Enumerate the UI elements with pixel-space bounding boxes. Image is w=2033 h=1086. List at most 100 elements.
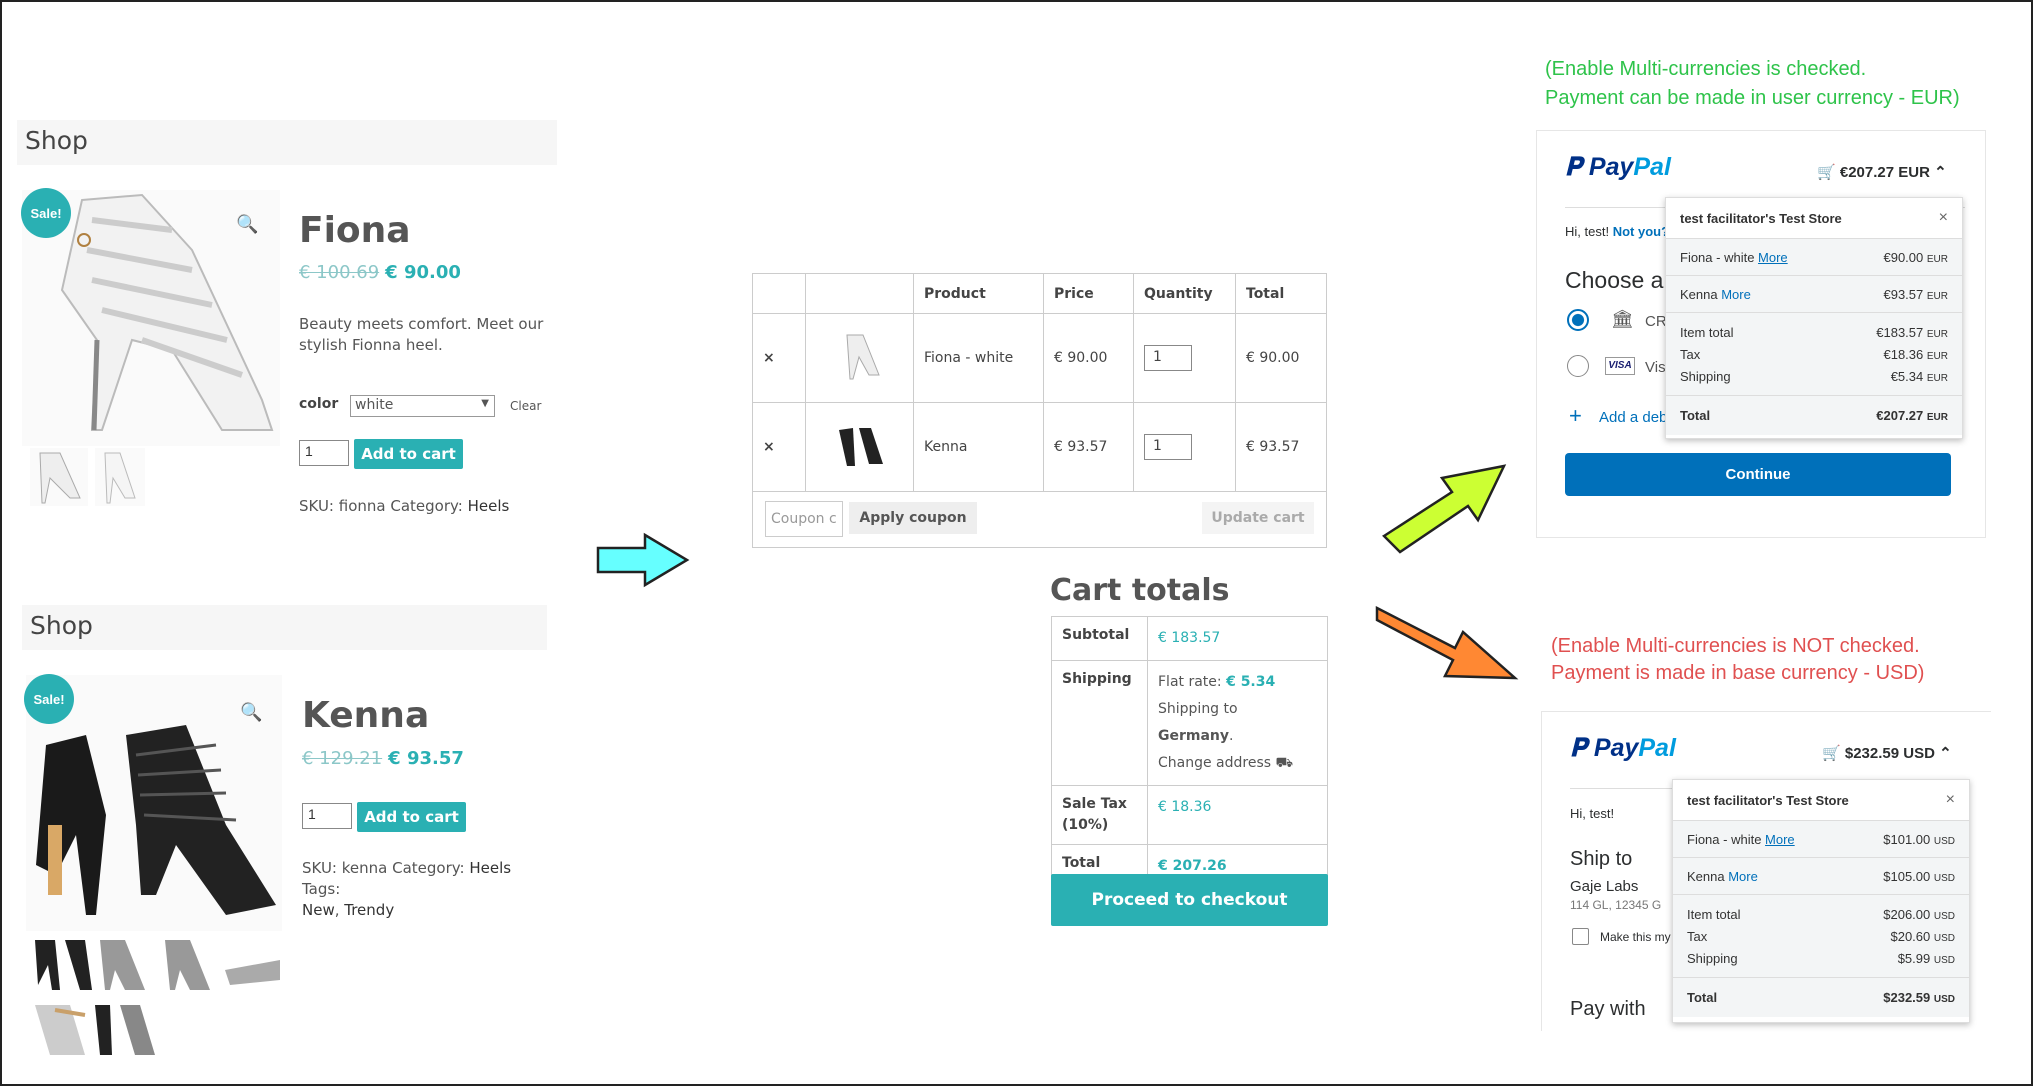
paypal-logo: 𝐏 PayPal — [1565, 153, 1671, 181]
flat-rate-label: Flat rate: — [1158, 674, 1227, 690]
more-link[interactable]: More — [1728, 869, 1758, 884]
payment-radio[interactable] — [1567, 355, 1589, 377]
summary-tax: Tax $20.60 USD — [1687, 929, 1955, 944]
zoom-icon[interactable]: 🔍 — [236, 214, 258, 235]
note-line: (Enable Multi-currencies is checked. — [1545, 58, 1867, 80]
not-you-link[interactable]: Not you? — [1613, 224, 1669, 239]
paypal-window-usd: 𝐏 PayPal 🛒 $232.59 USD ⌃ Hi, test! Ship … — [1541, 711, 1991, 1031]
cart-amount-toggle[interactable]: 🛒 $232.59 USD ⌃ — [1822, 744, 1952, 762]
bank-icon: 🏛 — [1611, 309, 1634, 329]
category-link[interactable]: Heels — [469, 859, 511, 877]
visa-icon: VISA — [1605, 357, 1635, 375]
tag-link-trendy[interactable]: Trendy — [344, 901, 394, 919]
product-name-link[interactable]: Fiona - white — [913, 313, 1044, 403]
summary-shipping: Shipping €5.34 EUR — [1680, 369, 1948, 384]
summary-total: Total $232.59 USD — [1673, 977, 1969, 1017]
zoom-icon[interactable]: 🔍 — [240, 702, 262, 723]
more-link[interactable]: More — [1721, 287, 1751, 302]
thumbnail-1 — [35, 940, 92, 990]
sku-label: SKU: — [302, 859, 342, 877]
choose-heading: Choose a — [1565, 267, 1664, 293]
payment-option-visa: Vis — [1645, 359, 1666, 376]
update-cart-button[interactable]: Update cart — [1202, 502, 1314, 534]
product-price: € 129.21 € 93.57 — [302, 748, 464, 769]
chevron-up-icon: ⌃ — [1939, 745, 1952, 762]
tags-label: Tags: — [302, 880, 341, 898]
change-address-link[interactable]: Change address — [1158, 755, 1271, 771]
quantity-input[interactable]: 1 — [1144, 345, 1192, 371]
more-link[interactable]: More — [1758, 250, 1788, 265]
color-select[interactable]: white ▼ — [350, 395, 495, 417]
make-default-checkbox[interactable] — [1572, 928, 1589, 945]
coupon-input[interactable]: Coupon c — [765, 501, 843, 537]
thumbnail-6 — [95, 1005, 155, 1055]
dropdown-item: Fiona - white More $101.00 USD — [1673, 820, 1969, 857]
product-name-link[interactable]: Kenna — [913, 402, 1044, 492]
thumbnail-1[interactable] — [30, 448, 88, 506]
thumbnail-5 — [35, 1005, 86, 1055]
product-description: Beauty meets comfort. Meet our stylish F… — [299, 315, 544, 354]
pay-with-heading: Pay with — [1570, 998, 1646, 1020]
cart-icon: 🛒 — [1822, 745, 1841, 762]
sale-price: € 90.00 — [385, 262, 461, 283]
column-header-quantity: Quantity — [1133, 273, 1236, 314]
add-to-cart-button[interactable]: Add to cart — [357, 802, 466, 832]
old-price: € 129.21 — [302, 748, 383, 769]
product-price: € 100.69 € 90.00 — [299, 262, 461, 283]
summary-tax: Tax €18.36 EUR — [1680, 347, 1948, 362]
more-link[interactable]: More — [1765, 832, 1795, 847]
greeting: Hi, test! Not you? — [1565, 224, 1670, 239]
quantity-cell: 1 — [1133, 313, 1236, 403]
cart-header-row: Product Price Quantity Total — [752, 273, 1327, 314]
close-icon[interactable]: × — [1939, 209, 1948, 227]
cart-totals-table: Subtotal € 183.57 Shipping Flat rate: € … — [1051, 616, 1328, 889]
quantity-input[interactable]: 1 — [302, 803, 352, 829]
thumbnail-gallery — [30, 935, 282, 1060]
remove-item-button[interactable]: × — [752, 313, 806, 403]
cart-amount-toggle[interactable]: 🛒 €207.27 EUR ⌃ — [1817, 163, 1947, 181]
close-icon[interactable]: × — [1946, 791, 1955, 809]
dropdown-item: Fiona - white More €90.00 EUR — [1666, 238, 1962, 275]
continue-button[interactable]: Continue — [1565, 453, 1951, 496]
note-line: (Enable Multi-currencies is NOT checked. — [1551, 635, 1920, 657]
summary-shipping: Shipping $5.99 USD — [1687, 951, 1955, 966]
column-header-total: Total — [1235, 273, 1327, 314]
clear-link[interactable]: Clear — [510, 399, 541, 413]
product-meta: SKU: kenna Category: Heels Tags: New, Tre… — [302, 859, 512, 919]
item-total: € 90.00 — [1235, 313, 1327, 403]
proceed-to-checkout-button[interactable]: Proceed to checkout — [1051, 874, 1328, 926]
apply-coupon-button[interactable]: Apply coupon — [849, 502, 977, 534]
subtotal-value: € 183.57 — [1147, 616, 1328, 661]
add-card-link[interactable]: Add a deb — [1599, 409, 1667, 426]
sale-price: € 93.57 — [388, 748, 464, 769]
cart-dropdown: test facilitator's Test Store × Fiona - w… — [1665, 197, 1963, 439]
item-total: € 93.57 — [1235, 402, 1327, 492]
arrow-up-right-icon — [1382, 464, 1507, 554]
shipping-country: Germany — [1158, 728, 1230, 744]
subtotal-label: Subtotal — [1051, 616, 1148, 661]
quantity-input[interactable]: 1 — [299, 440, 349, 466]
summary-item-total: Item total €183.57 EUR — [1680, 325, 1948, 340]
ship-to-heading: Ship to — [1570, 848, 1633, 870]
quantity-input[interactable]: 1 — [1144, 434, 1192, 460]
add-to-cart-button[interactable]: Add to cart — [354, 439, 463, 469]
old-price: € 100.69 — [299, 262, 380, 283]
shipping-label: Shipping — [1051, 660, 1148, 786]
truck-icon: ⛟ — [1275, 755, 1294, 771]
sale-badge: Sale! — [21, 188, 71, 238]
note-line: Payment is made in base currency - USD) — [1551, 662, 1925, 684]
payment-radio-selected[interactable] — [1567, 309, 1589, 331]
cart-table: Product Price Quantity Total × Fiona - w… — [752, 273, 1327, 548]
paypal-logo: 𝐏 PayPal — [1570, 734, 1676, 762]
tag-link-new[interactable]: New — [302, 901, 335, 919]
category-link[interactable]: Heels — [468, 497, 510, 515]
product-meta: SKU: fionna Category: Heels — [299, 496, 509, 517]
ship-name: Gaje Labs — [1570, 878, 1639, 895]
product-thumbnail[interactable] — [805, 313, 914, 403]
column-header — [805, 273, 914, 314]
remove-item-button[interactable]: × — [752, 402, 806, 492]
payment-option-bank: CR — [1645, 313, 1667, 330]
thumbnail-2[interactable] — [95, 448, 145, 506]
color-select-value: white — [355, 397, 394, 413]
product-thumbnail[interactable] — [805, 402, 914, 492]
